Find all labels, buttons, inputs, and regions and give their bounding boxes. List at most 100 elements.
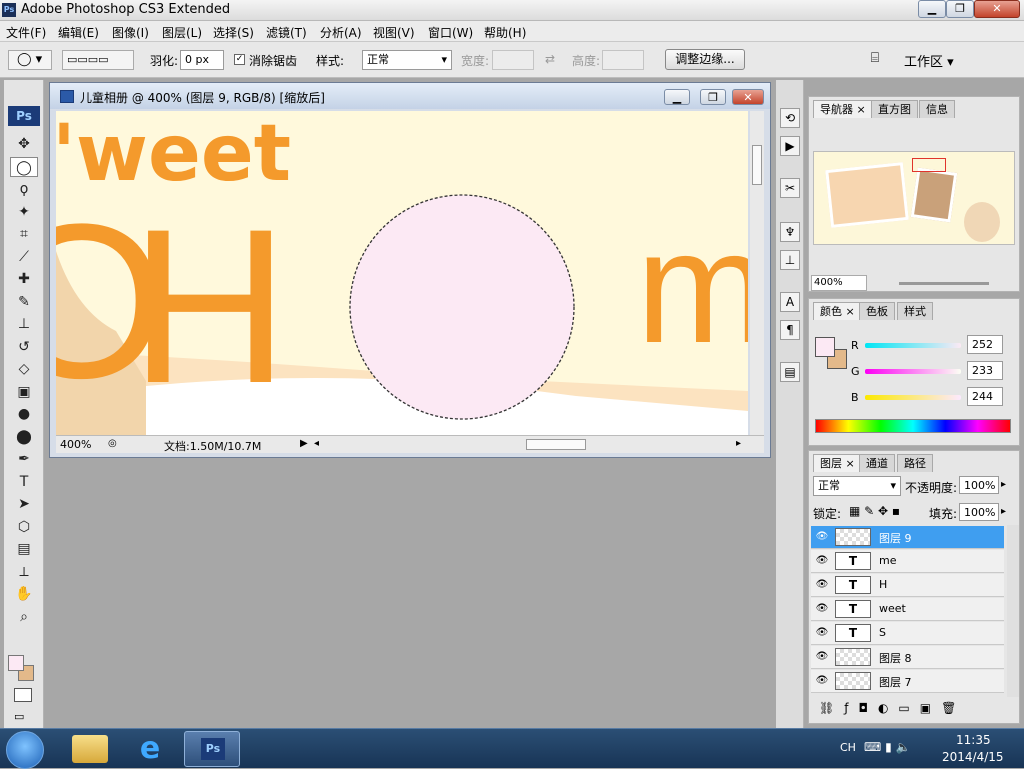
clock-date[interactable]: 2014/4/15 bbox=[942, 750, 1004, 764]
eyedropper-icon[interactable]: ⟂ bbox=[10, 562, 38, 582]
clone-source-icon[interactable]: ⊥ bbox=[780, 250, 800, 270]
lasso-icon[interactable]: ϙ bbox=[10, 179, 38, 199]
clock-time[interactable]: 11:35 bbox=[956, 733, 991, 747]
elliptical-marquee-icon[interactable]: ◯ bbox=[10, 156, 38, 177]
character-icon[interactable]: A bbox=[780, 292, 800, 312]
menu-filter[interactable]: 滤镜(T) bbox=[266, 24, 307, 41]
refine-edge-button[interactable]: 调整边缘... bbox=[665, 49, 745, 70]
layer-row[interactable]: 👁 T H bbox=[811, 574, 1004, 597]
hand-icon[interactable]: ✋ bbox=[10, 584, 38, 604]
tool-presets-icon[interactable]: ✂ bbox=[780, 178, 800, 198]
paragraph-icon[interactable]: ¶ bbox=[780, 320, 800, 340]
notes-icon[interactable]: ▤ bbox=[10, 539, 38, 559]
input-language[interactable]: CH bbox=[840, 741, 856, 754]
menu-analysis[interactable]: 分析(A) bbox=[320, 24, 362, 41]
foreground-color-swatch[interactable] bbox=[8, 655, 24, 671]
tab-color[interactable]: 颜色 × bbox=[813, 302, 862, 320]
opacity-input[interactable]: 100% bbox=[959, 476, 999, 494]
zoom-icon[interactable]: ⌕ bbox=[10, 607, 38, 627]
selection-mode-buttons[interactable]: ▭▭▭▭ bbox=[62, 50, 134, 70]
menu-file[interactable]: 文件(F) bbox=[6, 24, 46, 41]
actions-icon[interactable]: ▶ bbox=[780, 136, 800, 156]
height-input[interactable] bbox=[602, 50, 644, 70]
menu-window[interactable]: 窗口(W) bbox=[428, 24, 473, 41]
brushes-icon[interactable]: ♆ bbox=[780, 222, 800, 242]
horizontal-scroll-thumb[interactable] bbox=[526, 439, 586, 450]
ie-taskbar-icon[interactable]: e bbox=[132, 733, 168, 765]
feather-input[interactable]: 0 px bbox=[180, 50, 224, 70]
menu-help[interactable]: 帮助(H) bbox=[484, 24, 526, 41]
crop-icon[interactable]: ⌗ bbox=[10, 224, 38, 244]
path-select-icon[interactable]: ➤ bbox=[10, 494, 38, 514]
eye-icon[interactable]: 👁 bbox=[815, 651, 829, 663]
menu-image[interactable]: 图像(I) bbox=[112, 24, 149, 41]
shape-icon[interactable]: ⬡ bbox=[10, 517, 38, 537]
fill-input[interactable]: 100% bbox=[959, 503, 999, 521]
opacity-arrow-icon[interactable]: ▸ bbox=[1001, 479, 1006, 490]
pen-icon[interactable]: ✒ bbox=[10, 449, 38, 469]
doc-restore-button[interactable]: ❐ bbox=[700, 89, 726, 105]
r-slider[interactable] bbox=[865, 343, 961, 348]
navigator-zoom-slider[interactable] bbox=[899, 282, 989, 285]
image-canvas[interactable]: 'weet O H m bbox=[56, 111, 748, 435]
layers-footer-icons[interactable]: ⛓ƒ◘◐▭▣🗑 bbox=[809, 701, 1019, 723]
tab-layers[interactable]: 图层 × bbox=[813, 454, 862, 472]
navigator-view-box[interactable] bbox=[912, 158, 946, 172]
menu-edit[interactable]: 编辑(E) bbox=[58, 24, 99, 41]
scroll-left-icon[interactable]: ◂ bbox=[314, 438, 319, 449]
layer-row[interactable]: 👁 图层 9 bbox=[811, 526, 1004, 549]
layers-scrollbar[interactable] bbox=[1007, 525, 1019, 697]
vertical-scrollbar[interactable] bbox=[750, 111, 764, 435]
blur-icon[interactable]: ● bbox=[10, 404, 38, 424]
zoom-readout[interactable]: 400% bbox=[60, 438, 91, 451]
minimize-button[interactable]: ▁ bbox=[918, 0, 946, 18]
vertical-scroll-thumb[interactable] bbox=[752, 145, 762, 185]
tab-histogram[interactable]: 直方图 bbox=[871, 100, 918, 118]
magic-wand-icon[interactable]: ✦ bbox=[10, 202, 38, 222]
menu-select[interactable]: 选择(S) bbox=[213, 24, 254, 41]
width-input[interactable] bbox=[492, 50, 534, 70]
start-button[interactable] bbox=[6, 731, 44, 769]
bridge-icon[interactable]: ⌸ bbox=[862, 50, 888, 70]
lock-icons[interactable]: ▦ ✎ ✥ ▪ bbox=[849, 504, 900, 518]
eye-icon[interactable]: 👁 bbox=[815, 579, 829, 591]
layer-row[interactable]: 👁 图层 8 bbox=[811, 646, 1004, 669]
tool-preset-picker[interactable]: ◯ ▾ bbox=[8, 50, 52, 70]
navigator-preview[interactable] bbox=[813, 151, 1015, 245]
blend-mode-select[interactable]: 正常 ▾ bbox=[813, 476, 901, 496]
tray-icons[interactable]: ⌨ ▮ 🔈 bbox=[864, 740, 911, 754]
tab-swatches[interactable]: 色板 bbox=[859, 302, 895, 320]
r-input[interactable]: 252 bbox=[967, 335, 1003, 354]
eye-icon[interactable]: 👁 bbox=[815, 627, 829, 639]
tab-paths[interactable]: 路径 bbox=[897, 454, 933, 472]
color-spectrum-ramp[interactable] bbox=[815, 419, 1011, 433]
explorer-taskbar-icon[interactable] bbox=[72, 735, 108, 763]
slice-icon[interactable]: ⟋ bbox=[10, 247, 38, 267]
photoshop-taskbar-button[interactable]: Ps bbox=[184, 731, 240, 767]
eraser-icon[interactable]: ◇ bbox=[10, 359, 38, 379]
healing-brush-icon[interactable]: ✚ bbox=[10, 269, 38, 289]
layer-comps-icon[interactable]: ▤ bbox=[780, 362, 800, 382]
scroll-right-icon[interactable]: ▸ bbox=[736, 438, 741, 449]
doc-minimize-button[interactable]: ▁ bbox=[664, 89, 690, 105]
close-button[interactable]: ✕ bbox=[974, 0, 1020, 18]
tab-navigator[interactable]: 导航器 × bbox=[813, 100, 873, 118]
menu-view[interactable]: 视图(V) bbox=[373, 24, 415, 41]
status-arrow-icon[interactable]: ▶ bbox=[300, 438, 308, 449]
layer-row[interactable]: 👁 T weet bbox=[811, 598, 1004, 621]
clone-stamp-icon[interactable]: ⊥ bbox=[10, 314, 38, 334]
restore-button[interactable]: ❐ bbox=[946, 0, 974, 18]
layer-row[interactable]: 👁 T S bbox=[811, 622, 1004, 645]
b-input[interactable]: 244 bbox=[967, 387, 1003, 406]
layer-row[interactable]: 👁 图层 7 bbox=[811, 670, 1004, 693]
navigator-zoom-input[interactable]: 400% bbox=[811, 275, 867, 291]
eye-icon[interactable]: 👁 bbox=[815, 675, 829, 687]
fill-arrow-icon[interactable]: ▸ bbox=[1001, 506, 1006, 517]
move-icon[interactable]: ✥ bbox=[10, 134, 38, 154]
tab-channels[interactable]: 通道 bbox=[859, 454, 895, 472]
eye-icon[interactable]: 👁 bbox=[815, 555, 829, 567]
g-slider[interactable] bbox=[865, 369, 961, 374]
tab-styles[interactable]: 样式 bbox=[897, 302, 933, 320]
g-input[interactable]: 233 bbox=[967, 361, 1003, 380]
layer-row[interactable]: 👁 T me bbox=[811, 550, 1004, 573]
